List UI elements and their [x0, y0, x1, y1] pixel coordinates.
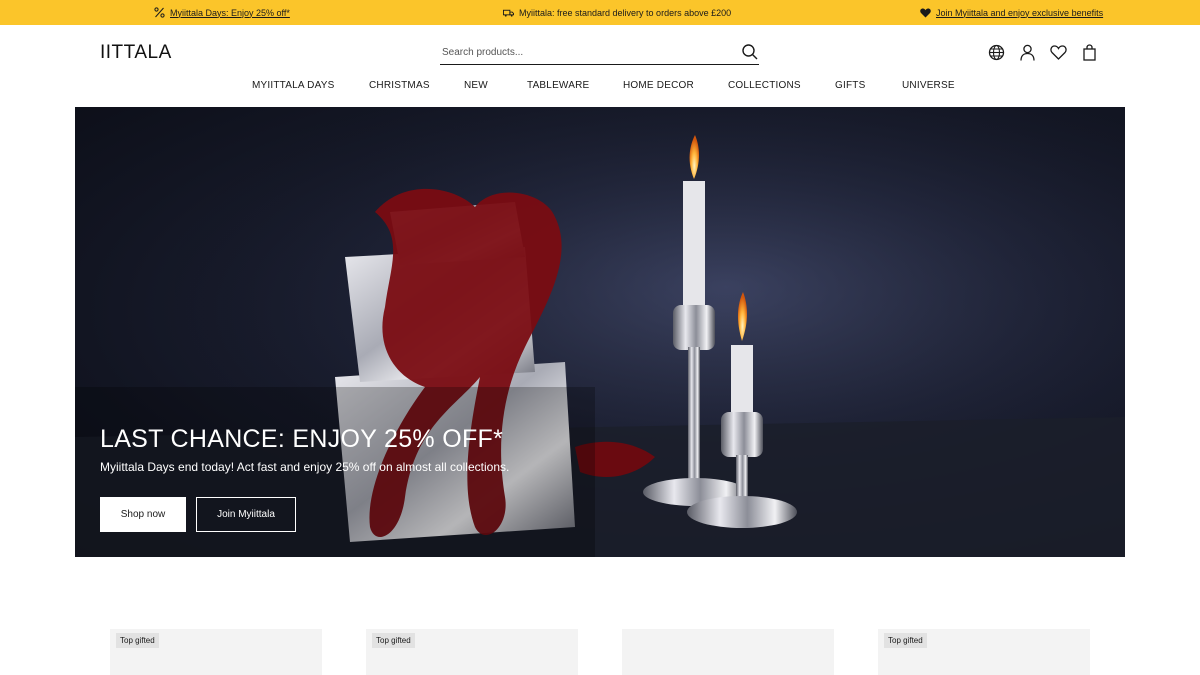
nav-item-home-decor[interactable]: HOME DECOR — [623, 80, 694, 91]
bag-icon[interactable] — [1081, 44, 1098, 61]
main-nav: MYIITTALA DAYS CHRISTMAS NEW TABLEWARE H… — [0, 80, 1200, 96]
site-logo[interactable]: IITTALA — [100, 42, 172, 64]
hero-subtitle: Myiittala Days end today! Act fast and e… — [100, 460, 510, 474]
nav-item-myiittala-days[interactable]: MYIITTALA DAYS — [252, 80, 334, 91]
top-gifted-badge: Top gifted — [116, 633, 159, 648]
percent-icon — [154, 7, 165, 18]
promo-join[interactable]: Join Myiittala and enjoy exclusive benef… — [920, 0, 1103, 25]
promo-delivery-text: Myiittala: free standard delivery to ord… — [519, 7, 732, 18]
product-card[interactable]: Top gifted — [110, 629, 322, 675]
search-bar — [440, 40, 759, 65]
nav-item-gifts[interactable]: GIFTS — [835, 80, 865, 91]
product-card[interactable]: Top gifted — [878, 629, 1090, 675]
hero-title: LAST CHANCE: ENJOY 25% OFF* — [100, 425, 504, 453]
hero-banner: LAST CHANCE: ENJOY 25% OFF* Myiittala Da… — [75, 107, 1125, 557]
wishlist-icon[interactable] — [1050, 44, 1067, 61]
promo-discount[interactable]: Myiittala Days: Enjoy 25% off* — [154, 0, 290, 25]
top-gifted-badge: Top gifted — [372, 633, 415, 648]
promo-delivery: Myiittala: free standard delivery to ord… — [503, 0, 731, 25]
promo-join-link[interactable]: Join Myiittala and enjoy exclusive benef… — [936, 8, 1103, 18]
join-myiittala-button[interactable]: Join Myiittala — [196, 497, 296, 532]
nav-item-new[interactable]: NEW — [464, 80, 488, 91]
product-card[interactable]: Top gifted — [366, 629, 578, 675]
truck-icon — [503, 7, 514, 18]
header-actions — [988, 44, 1098, 61]
nav-item-universe[interactable]: UNIVERSE — [902, 80, 955, 91]
shop-now-button[interactable]: Shop now — [100, 497, 186, 532]
nav-item-tableware[interactable]: TABLEWARE — [527, 80, 589, 91]
product-card[interactable] — [622, 629, 834, 675]
search-input[interactable] — [442, 43, 732, 61]
heart-icon — [920, 7, 931, 18]
globe-icon[interactable] — [988, 44, 1005, 61]
promo-discount-link[interactable]: Myiittala Days: Enjoy 25% off* — [170, 8, 290, 18]
search-icon[interactable] — [741, 43, 759, 61]
promo-bar: Myiittala Days: Enjoy 25% off* Myiittala… — [0, 0, 1200, 25]
top-gifted-badge: Top gifted — [884, 633, 927, 648]
account-icon[interactable] — [1019, 44, 1036, 61]
nav-item-collections[interactable]: COLLECTIONS — [728, 80, 801, 91]
hero-image — [75, 107, 1125, 557]
nav-item-christmas[interactable]: CHRISTMAS — [369, 80, 430, 91]
